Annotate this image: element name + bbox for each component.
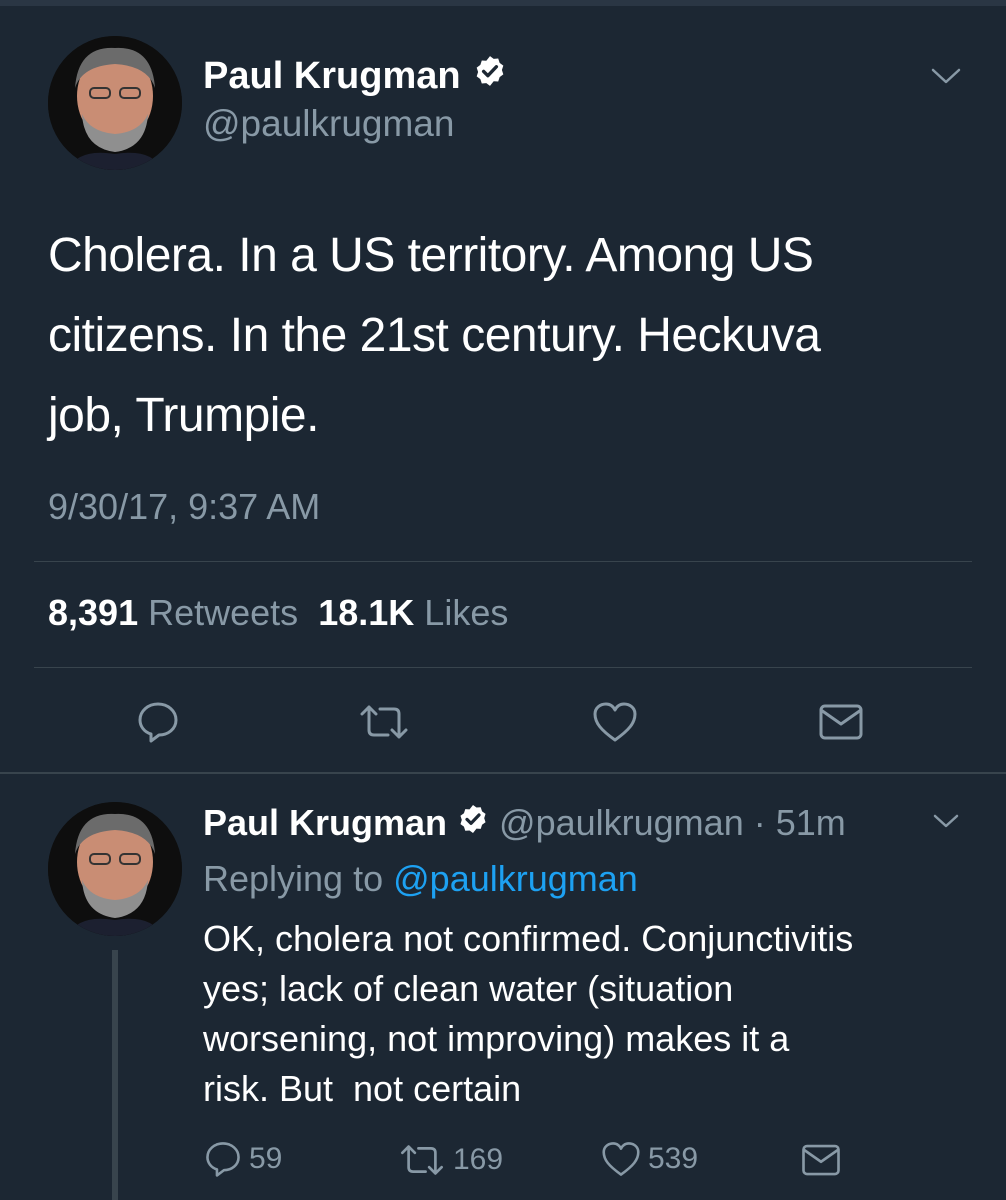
author-handle[interactable]: @paulkrugman [203, 103, 454, 145]
author-name[interactable]: Paul Krugman [203, 802, 447, 844]
likes-count: 18.1K [318, 592, 415, 633]
direct-message-button[interactable] [817, 702, 865, 742]
tweet-text: Cholera. In a US territory. Among US cit… [48, 216, 948, 456]
replying-to: Replying to @paulkrugman [203, 858, 638, 900]
reply-button[interactable] [135, 700, 181, 744]
envelope-icon [800, 1142, 842, 1178]
engagement-stats: 8,391 Retweets 18.1K Likes [48, 592, 508, 634]
thread-line [112, 950, 118, 1200]
reply-count: 59 [249, 1142, 283, 1175]
reply-text-line: OK, cholera not confirmed. Conjunctiviti… [203, 918, 854, 959]
reply-icon [135, 700, 181, 744]
likes-stat[interactable]: 18.1K Likes [318, 592, 508, 633]
verified-badge-icon [457, 802, 489, 844]
top-bar [0, 0, 1006, 6]
heart-icon [600, 1140, 642, 1178]
heart-icon [591, 700, 639, 744]
verified-badge-icon [473, 54, 507, 98]
chevron-down-icon[interactable] [930, 66, 962, 91]
replying-to-handle-link[interactable]: @paulkrugman [393, 858, 638, 899]
replying-to-label: Replying to [203, 858, 384, 899]
retweets-count: 8,391 [48, 592, 139, 633]
reply-icon [203, 1140, 243, 1178]
tweet-timestamp[interactable]: 9/30/17, 9:37 AM [48, 486, 320, 528]
divider [34, 667, 972, 668]
reply-handle-and-time[interactable]: @paulkrugman · 51m [499, 802, 846, 844]
reply-text-line: risk. But not certain [203, 1068, 522, 1109]
reply-header: Paul Krugman @paulkrugman · 51m [203, 802, 846, 844]
avatar[interactable] [48, 802, 182, 936]
author-name[interactable]: Paul Krugman [203, 54, 507, 98]
likes-label: Likes [424, 592, 509, 633]
retweet-button[interactable]: 169 [397, 1142, 503, 1178]
retweet-icon [356, 702, 412, 742]
retweets-stat[interactable]: 8,391 Retweets [48, 592, 308, 633]
divider [34, 561, 972, 562]
chevron-down-icon[interactable] [932, 812, 960, 835]
tweet-text-line: job, Trumpie. [48, 389, 319, 442]
like-button[interactable] [591, 700, 639, 744]
author-name-text: Paul Krugman [203, 54, 461, 97]
section-divider [0, 772, 1006, 774]
retweet-icon [397, 1142, 447, 1178]
reply-text-line: worsening, not improving) makes it a [203, 1018, 790, 1059]
like-button[interactable]: 539 [600, 1140, 698, 1178]
reply-text: OK, cholera not confirmed. Conjunctiviti… [203, 914, 993, 1114]
reply-text-line: yes; lack of clean water (situation [203, 968, 734, 1009]
envelope-icon [817, 702, 865, 742]
tweet-text-line: Cholera. In a US territory. Among US [48, 229, 814, 282]
retweets-label: Retweets [148, 592, 299, 633]
tweet-text-line: citizens. In the 21st century. Heckuva [48, 309, 821, 362]
retweet-button[interactable] [356, 702, 412, 742]
retweet-count: 169 [453, 1143, 504, 1176]
avatar[interactable] [48, 36, 182, 170]
direct-message-button[interactable] [800, 1142, 842, 1178]
like-count: 539 [648, 1142, 699, 1175]
reply-button[interactable]: 59 [203, 1140, 282, 1178]
